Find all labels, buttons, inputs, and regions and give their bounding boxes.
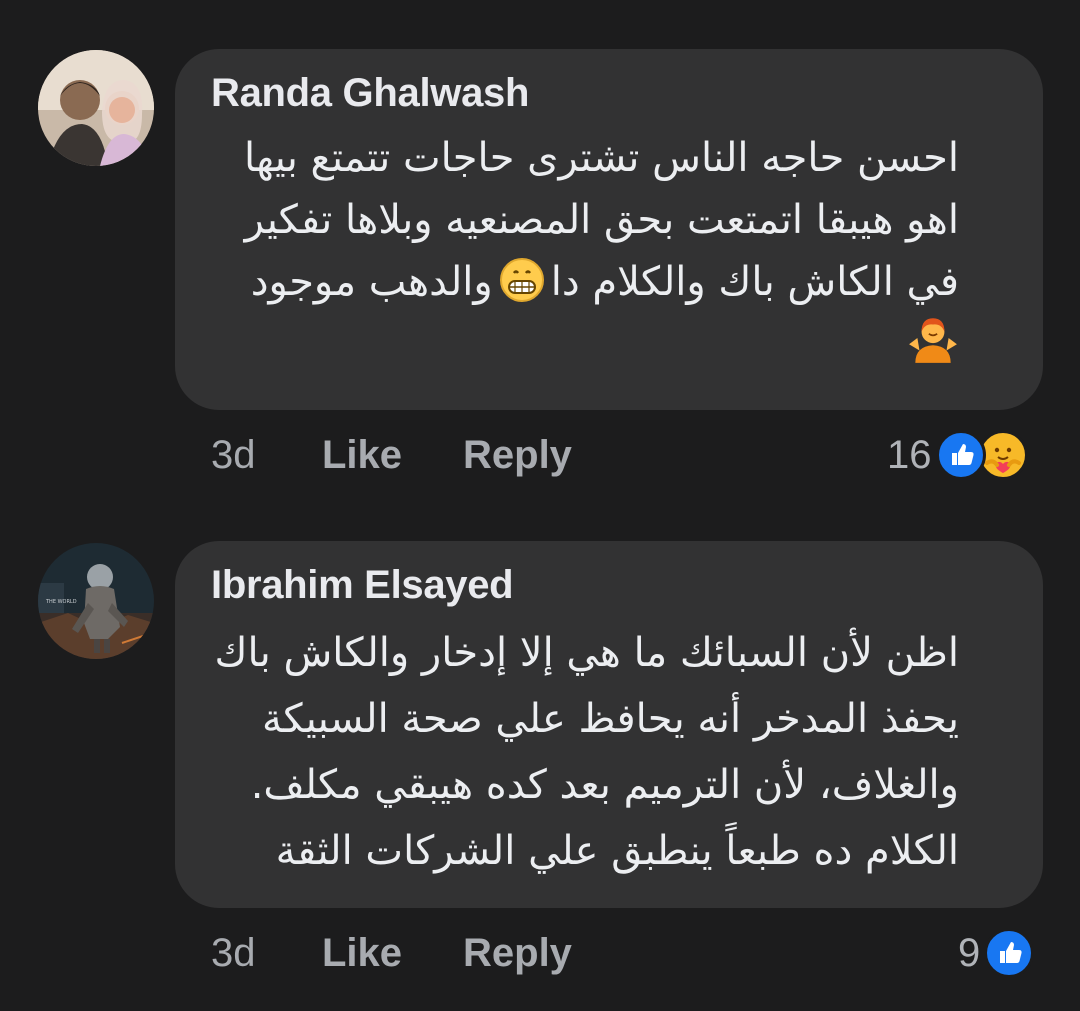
person-shrugging-emoji [909,318,957,363]
comment-line [205,313,959,375]
comment-bubble: Randa Ghalwash احسن حاجه الناس تشترى حاج… [175,49,1043,410]
comment-line-text: والدهب موجود [250,259,493,305]
reaction-summary[interactable]: 9 [958,923,1035,983]
comment-text: اظن لأن السبائك ما هي إلا إدخار والكاش ب… [205,620,959,884]
comment-line-text: في الكاش باك والكلام دا [550,259,959,305]
comment-timestamp[interactable]: 3d [211,923,256,983]
comment-bubble: Ibrahim Elsayed اظن لأن السبائك ما هي إل… [175,541,1043,908]
avatar-photo [38,50,154,166]
grinning-face-emoji [499,258,544,302]
comment-line: احسن حاجه الناس تشترى حاجات تتمتع بيها [244,135,959,181]
avatar-photo: THE WORLD [38,543,154,659]
comment-text: احسن حاجه الناس تشترى حاجات تتمتع بيها ا… [205,127,959,375]
avatar[interactable] [38,50,154,166]
comment-actions: 3d Like Reply 16 [0,425,1080,485]
like-reaction-icon [935,430,986,480]
reply-button[interactable]: Reply [463,923,572,983]
reply-button[interactable]: Reply [463,425,572,485]
reaction-count: 16 [887,432,932,477]
like-button[interactable]: Like [322,923,402,983]
svg-text:THE WORLD: THE WORLD [45,599,77,605]
comment-line: والغلاف، لأن الترميم بعد كده هيبقي مكلف. [250,762,959,808]
comment-line: اظن لأن السبائك ما هي إلا إدخار والكاش ب… [214,630,959,676]
comment-author[interactable]: Ibrahim Elsayed [211,563,514,608]
like-button[interactable]: Like [322,425,402,485]
like-reaction-icon [984,928,1035,978]
reaction-summary[interactable]: 16 [887,425,1028,485]
comment-line: يحفذ المدخر أنه يحافظ علي صحة السبيكة [262,696,959,742]
comment-line: اهو هيبقا اتمتعت بحق المصنعيه وبلاها تفك… [244,197,959,243]
comment-line: في الكاش باك والكلام دا والدهب موجود [205,251,959,313]
avatar[interactable]: THE WORLD [38,543,154,659]
reaction-count: 9 [958,930,981,975]
comment-line: الكلام ده طبعاً ينطبق علي الشركات الثقة [275,828,959,874]
comment-actions: 3d Like Reply 9 [0,923,1080,983]
comment-author[interactable]: Randa Ghalwash [211,71,529,116]
comment-timestamp[interactable]: 3d [211,425,256,485]
